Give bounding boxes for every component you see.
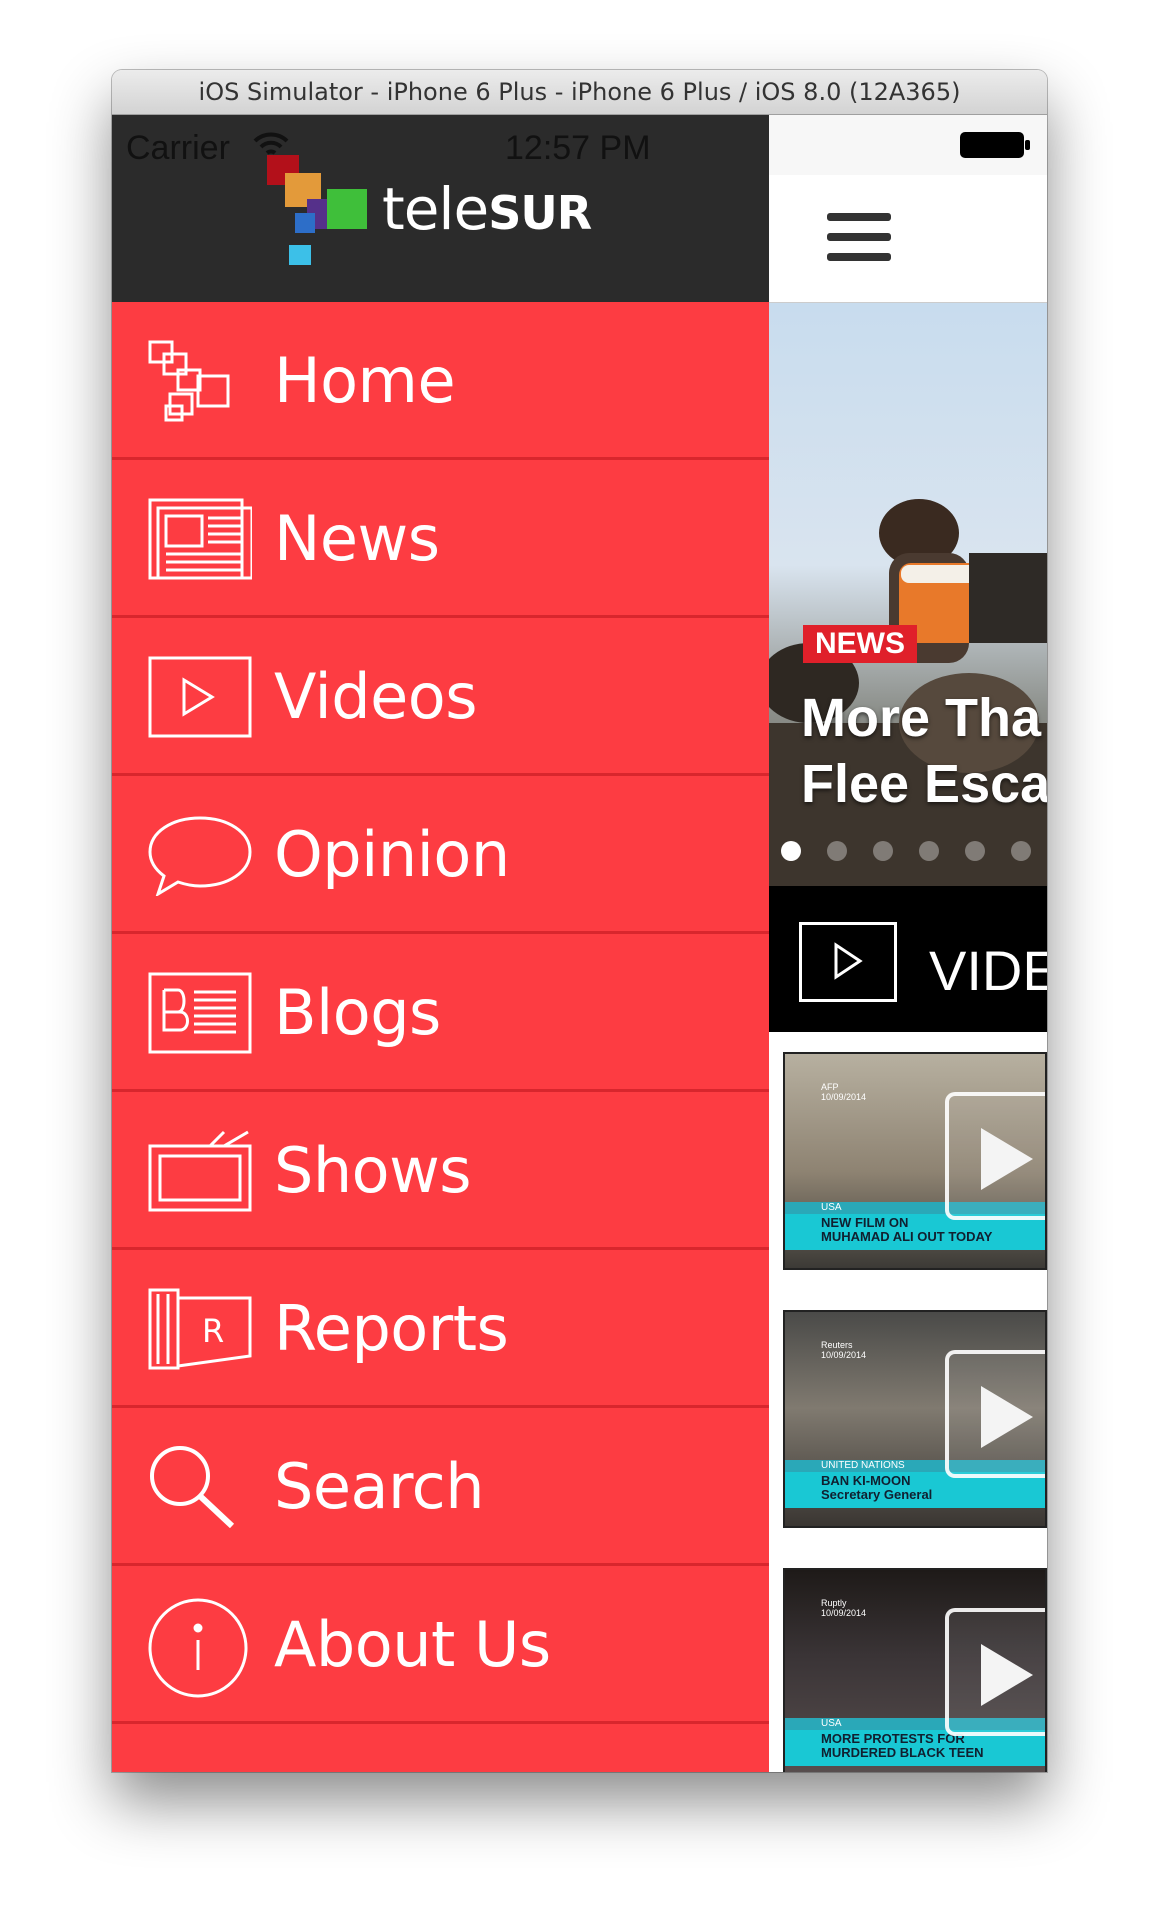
menu-label-about-us: About Us (274, 1608, 551, 1681)
page-dot[interactable] (965, 841, 985, 861)
blog-icon (148, 972, 252, 1054)
video-source: AFP 10/09/2014 (821, 1082, 867, 1102)
menu-item-home[interactable]: Home (112, 302, 769, 460)
video-thumbnail[interactable]: AFP 10/09/2014 USA NEW FILM ON MUHAMAD A… (783, 1052, 1047, 1270)
menu-label-videos: Videos (274, 660, 478, 733)
status-bar-right (769, 115, 1047, 175)
hamburger-menu-icon[interactable] (827, 213, 891, 263)
play-box-icon (148, 656, 252, 738)
page-dot[interactable] (827, 841, 847, 861)
status-time: 12:57 PM (505, 129, 651, 167)
page-dot[interactable] (781, 841, 801, 861)
page-dot[interactable] (919, 841, 939, 861)
videos-section-title: VIDE (929, 939, 1047, 1002)
menu-item-blogs[interactable]: Blogs (112, 934, 769, 1092)
video-source: Reuters 10/09/2014 (821, 1340, 867, 1360)
carrier-label: Carrier (126, 129, 230, 167)
menu-label-shows: Shows (274, 1134, 472, 1207)
play-button-icon[interactable] (945, 1608, 1045, 1736)
menu-label-search: Search (274, 1450, 485, 1523)
side-menu: Carrier 12:57 PM teleSUR Home News Video… (112, 115, 769, 1772)
main-content: NEWS More Tha Flee Esca VIDE AFP 10/09/2… (769, 115, 1047, 1772)
search-icon (150, 1446, 235, 1528)
page-dot[interactable] (1011, 841, 1031, 861)
play-button-icon[interactable] (945, 1092, 1045, 1220)
hero-headline[interactable]: More Tha Flee Esca (801, 685, 1047, 817)
menu-item-shows[interactable]: Shows (112, 1092, 769, 1250)
tv-icon (148, 1130, 252, 1212)
menu-item-opinion[interactable]: Opinion (112, 776, 769, 934)
video-thumbnail[interactable]: Reuters 10/09/2014 UNITED NATIONS BAN KI… (783, 1310, 1047, 1528)
page-dot[interactable] (873, 841, 893, 861)
play-box-icon (799, 922, 897, 1002)
svg-text:R: R (202, 1312, 224, 1350)
carousel-page-dots[interactable] (781, 841, 1031, 861)
video-source: Ruptly 10/09/2014 (821, 1598, 867, 1618)
menu-item-reports[interactable]: R Reports (112, 1250, 769, 1408)
menu-header: Carrier 12:57 PM teleSUR (112, 115, 769, 302)
videos-section-header[interactable]: VIDE (769, 886, 1047, 1032)
menu-item-news[interactable]: News (112, 460, 769, 618)
menu-item-search[interactable]: Search (112, 1408, 769, 1566)
menu-label-home: Home (274, 344, 456, 417)
battery-icon (960, 132, 1030, 158)
reports-icon: R (148, 1288, 252, 1370)
logo-wordmark: teleSUR (382, 175, 592, 243)
menu-item-videos[interactable]: Videos (112, 618, 769, 776)
telesur-logo-icon (267, 155, 367, 265)
menu-label-blogs: Blogs (274, 976, 441, 1049)
hero-carousel[interactable]: NEWS More Tha Flee Esca (769, 303, 1047, 886)
menu-label-opinion: Opinion (274, 818, 510, 891)
simulator-window: iOS Simulator - iPhone 6 Plus - iPhone 6… (112, 70, 1047, 1772)
newspaper-icon (148, 498, 252, 580)
home-blocks-icon (148, 340, 230, 422)
window-title: iOS Simulator - iPhone 6 Plus - iPhone 6… (112, 70, 1047, 115)
device-screen: Carrier 12:57 PM teleSUR Home News Video… (112, 115, 1047, 1772)
play-button-icon[interactable] (945, 1350, 1045, 1478)
menu-item-about-us[interactable]: About Us (112, 1566, 769, 1724)
news-tag: NEWS (803, 625, 917, 663)
menu-label-news: News (274, 502, 440, 575)
speech-bubble-icon (148, 816, 252, 896)
menu-label-reports: Reports (274, 1292, 509, 1365)
video-thumbnail[interactable]: Ruptly 10/09/2014 USA MORE PROTESTS FOR … (783, 1568, 1047, 1772)
info-icon (148, 1598, 248, 1698)
navigation-bar (769, 175, 1047, 303)
